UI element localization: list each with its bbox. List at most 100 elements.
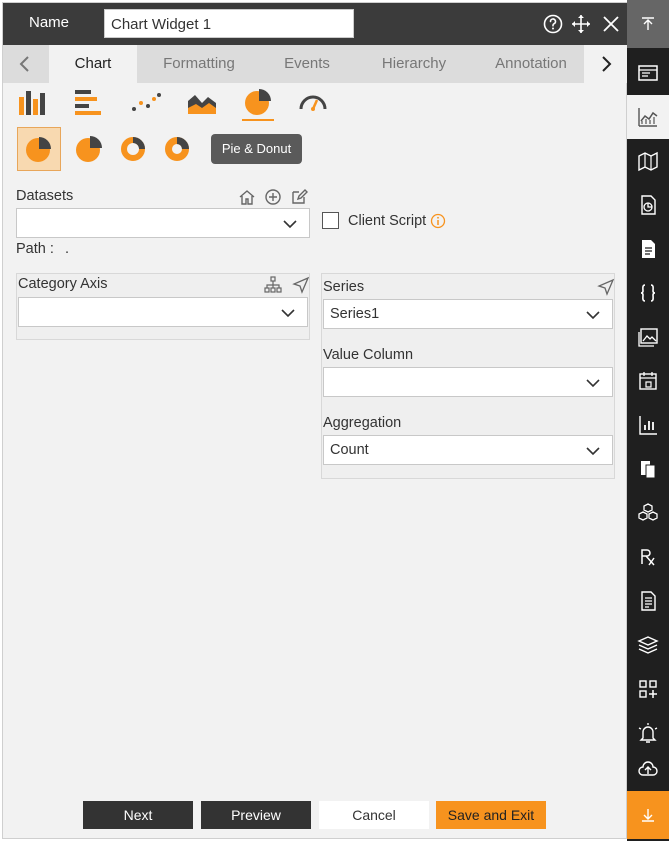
series-value: Series1 [330,306,380,322]
pie-variant-exploded[interactable] [67,127,111,171]
navigate-icon[interactable] [597,278,615,296]
gauge-chart-icon[interactable] [298,87,328,117]
client-script-label: Client Script [348,213,427,229]
exploded-pie-icon [76,136,102,162]
braces-icon [640,284,656,302]
cubes-icon [638,503,658,521]
tab-bar: Chart Formatting Events Hierarchy Annota… [3,45,628,83]
rail-item-upload[interactable] [627,747,669,791]
save-and-exit-button[interactable]: Save and Exit [436,801,546,829]
calendar-icon [639,372,657,390]
client-script-checkbox[interactable] [322,212,339,229]
info-icon[interactable] [430,213,446,229]
aggregation-select[interactable]: Count [323,435,613,465]
name-label: Name [29,14,70,31]
rail-item-cubes[interactable] [627,491,669,535]
rail-item-image[interactable] [627,315,669,359]
close-icon[interactable] [601,14,621,34]
document-icon [642,240,655,258]
edit-icon[interactable] [290,188,308,206]
datasets-label: Datasets [16,188,74,204]
path-label: Path : [16,241,54,257]
bar-chart-icon[interactable] [73,87,103,117]
scroll-top-button[interactable] [627,0,669,48]
category-axis-select[interactable] [18,297,308,327]
copy-icon [641,461,656,479]
tab-formatting[interactable]: Formatting [139,45,259,83]
help-icon[interactable] [543,14,563,34]
path-value: . [65,241,70,257]
area-chart-icon[interactable] [187,87,217,117]
rail-item-formula[interactable] [627,535,669,579]
rail-item-copy[interactable] [627,447,669,491]
donut-thick-icon [165,137,189,161]
donut-icon [121,137,145,161]
rail-item-bar-chart[interactable] [627,403,669,447]
aggregation-label: Aggregation [323,415,402,431]
preview-button[interactable]: Preview [201,801,311,829]
chevron-left-icon [19,56,29,72]
arrow-up-to-top-icon [642,17,654,30]
series-select[interactable]: Series1 [323,299,613,329]
scatter-chart-icon[interactable] [131,87,161,117]
rx-icon [641,549,655,566]
aggregation-value: Count [330,442,369,458]
rail-item-layers[interactable] [627,623,669,667]
arrow-down-to-bottom-icon [642,809,654,822]
map-icon [638,151,658,172]
image-icon [638,328,658,347]
rail-item-document[interactable] [627,227,669,271]
chart-type-tooltip: Pie & Donut [211,134,302,164]
rail-item-notes[interactable] [627,579,669,623]
pie-chart-icon[interactable] [243,87,273,117]
chevron-down-icon [586,447,600,456]
rail-item-add-widget[interactable] [627,667,669,711]
navigate-icon[interactable] [292,276,310,294]
home-icon[interactable] [238,188,256,206]
value-column-select[interactable] [323,367,613,397]
card-icon [638,65,658,81]
pie-variant-donut-thick[interactable] [155,127,199,171]
widget-name-input[interactable]: Chart Widget 1 [104,9,354,38]
pie-variant-donut[interactable] [111,127,155,171]
category-axis-label: Category Axis [18,276,108,292]
tab-annotation[interactable]: Annotation [475,45,587,83]
selected-chart-indicator [242,119,274,121]
chevron-down-icon [586,379,600,388]
panel-header: Name Chart Widget 1 [3,3,628,45]
rail-item-properties[interactable] [627,51,669,95]
column-chart-icon [639,416,657,435]
tab-scroll-left-button[interactable] [3,45,47,83]
next-button[interactable]: Next [83,801,193,829]
tab-events[interactable]: Events [261,45,353,83]
series-label: Series [323,279,365,295]
hierarchy-icon[interactable] [264,276,282,294]
widget-properties-panel: Name Chart Widget 1 Chart Formatting Eve… [2,2,628,839]
chevron-right-icon [602,56,612,72]
datasets-select[interactable] [16,208,310,238]
rail-item-map[interactable] [627,139,669,183]
column-chart-icon[interactable] [17,87,47,117]
rail-item-charts[interactable] [627,95,669,139]
pie-variant-pie[interactable] [17,127,61,171]
add-circle-icon[interactable] [264,188,282,206]
rail-item-code[interactable] [627,271,669,315]
chevron-down-icon [283,220,297,229]
bell-icon [638,723,658,743]
move-icon[interactable] [571,14,591,34]
line-chart-icon [638,108,658,127]
cancel-button[interactable]: Cancel [319,801,429,829]
tab-hierarchy[interactable]: Hierarchy [355,45,473,83]
pie-document-icon [641,195,656,215]
cloud-upload-icon [638,761,658,776]
chevron-down-icon [586,311,600,320]
rail-item-calendar[interactable] [627,359,669,403]
grid-plus-icon [639,680,657,698]
scroll-bottom-button[interactable] [627,791,669,839]
value-column-label: Value Column [323,347,414,363]
rail-item-report[interactable] [627,183,669,227]
notes-icon [641,591,656,611]
pie-icon [26,137,51,162]
tab-chart[interactable]: Chart [49,45,137,83]
tab-scroll-right-button[interactable] [584,45,628,83]
